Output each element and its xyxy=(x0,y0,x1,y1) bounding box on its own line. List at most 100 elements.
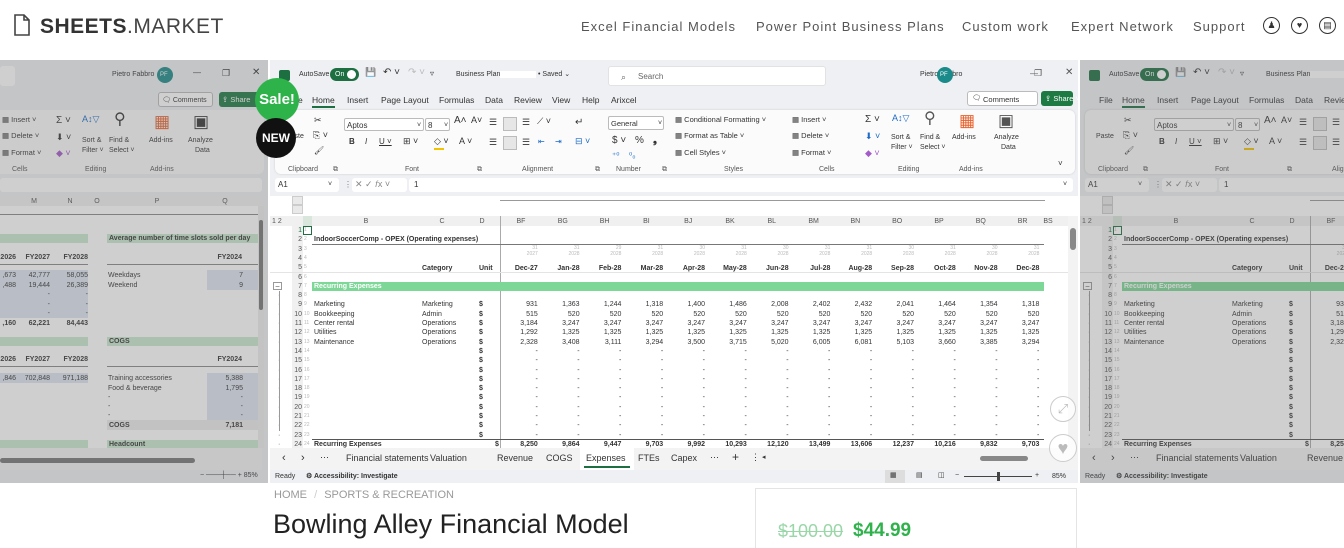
column-header-B[interactable]: B xyxy=(1166,218,1186,225)
font-size-select[interactable]: 8 ˅ xyxy=(1235,118,1260,131)
increase-decimal-icon[interactable]: ⁺⁰ xyxy=(612,152,619,160)
row-header-3[interactable]: 3 xyxy=(1102,246,1112,253)
row-header-21[interactable]: 21 xyxy=(1102,413,1112,420)
tab-formulas[interactable]: Formulas xyxy=(1249,96,1284,105)
formula-bar-handle[interactable]: ⋮ xyxy=(1154,181,1162,189)
save-icon[interactable]: 💾 xyxy=(365,68,376,77)
clipboard-launcher[interactable]: ⧉ xyxy=(333,166,338,173)
prev-sheet-button[interactable]: ‹ xyxy=(1092,453,1096,464)
clipboard-launcher[interactable]: ⧉ xyxy=(1143,166,1148,173)
row-header-1[interactable]: 1 xyxy=(1102,227,1112,234)
align-bottom-icon[interactable]: ☰ xyxy=(1332,118,1340,127)
row-header-17[interactable]: 17 xyxy=(1102,376,1112,383)
sort-filter-button[interactable]: Sort & xyxy=(891,134,910,141)
sheet-tab-revenue[interactable]: Revenue xyxy=(497,454,533,463)
font-name-select[interactable]: Aptos ˅ xyxy=(1154,118,1234,131)
sheet-tab-revenue[interactable]: Revenue xyxy=(1307,454,1343,463)
zoom-out-button[interactable]: − xyxy=(955,472,959,479)
cell-styles-button[interactable]: ▦ Cell Styles ˅ xyxy=(675,149,726,157)
insert-cells-button[interactable]: ▦ Insert ˅ xyxy=(792,116,826,124)
tab-data[interactable]: Data xyxy=(1295,96,1313,105)
italic-button[interactable]: I xyxy=(365,138,367,146)
format-painter-icon[interactable]: 🖌 xyxy=(314,147,324,155)
customize-icon[interactable]: ▿ xyxy=(430,70,434,78)
tab-home[interactable]: Home xyxy=(1122,96,1145,105)
align-center-button[interactable] xyxy=(1313,136,1327,150)
outline-level-2-button[interactable] xyxy=(1102,205,1113,214)
column-header-BF[interactable]: BF xyxy=(1321,218,1341,225)
nav-expert-network[interactable]: Expert Network xyxy=(1071,19,1174,34)
horizontal-scroll-thumb[interactable] xyxy=(980,456,1028,461)
name-box[interactable]: A1 ˅ xyxy=(1085,178,1149,192)
sheet-tab-expenses[interactable]: Expenses xyxy=(586,454,626,463)
outline-level-1-button[interactable] xyxy=(1102,196,1113,205)
increase-font-icon[interactable]: A˄ xyxy=(454,116,467,126)
bold-button[interactable]: B xyxy=(1159,138,1165,146)
undo-icon[interactable]: ↶ ˅ xyxy=(383,68,400,78)
borders-icon[interactable]: ⊞ ˅ xyxy=(403,137,418,146)
format-cells-button[interactable]: ▦ Format ˅ xyxy=(792,149,831,157)
row-header-17[interactable]: 17 xyxy=(292,376,302,383)
formula-input[interactable]: 1˅ xyxy=(409,178,1073,192)
next-sheet-button[interactable]: › xyxy=(1111,453,1115,464)
currency-icon[interactable]: $ ˅ xyxy=(612,136,626,146)
sheet-tab-valuation[interactable]: Valuation xyxy=(1240,454,1277,463)
more-sheets-right[interactable]: ⋯ xyxy=(710,453,719,462)
gallery-next-image[interactable]: AutoSaveOn💾↶ ˅↷ ˅▿Business Plan• Saved ⌄… xyxy=(1080,60,1344,483)
row-header-23[interactable]: 23 xyxy=(292,432,302,439)
column-header-BS[interactable]: BS xyxy=(1038,218,1058,225)
row-header-9[interactable]: 9 xyxy=(292,301,302,308)
row-header-7[interactable]: 7 xyxy=(1102,283,1112,290)
close-icon[interactable]: ✕ xyxy=(1065,68,1073,78)
row-header-11[interactable]: 11 xyxy=(292,320,302,327)
row-header-10[interactable]: 10 xyxy=(1102,311,1112,318)
align-middle-button[interactable] xyxy=(1313,117,1327,131)
copy-icon[interactable]: ⎘ ˅ xyxy=(1123,131,1138,140)
paste-button[interactable]: Paste xyxy=(1096,133,1114,140)
sheet-tab-financial-statements[interactable]: Financial statements xyxy=(1156,454,1239,463)
row-header-4[interactable]: 4 xyxy=(1102,255,1112,262)
tab-file[interactable]: File xyxy=(1099,96,1113,105)
user-icon[interactable]: ♟ xyxy=(1263,17,1280,34)
nav-powerpoint-plans[interactable]: Power Point Business Plans xyxy=(756,19,945,34)
column-header-B[interactable]: B xyxy=(356,218,376,225)
row-header-24[interactable]: 24 xyxy=(292,441,302,448)
cut-icon[interactable]: ✂ xyxy=(314,116,322,125)
customize-icon[interactable]: ▿ xyxy=(1240,70,1244,78)
clear-icon[interactable]: ◆ ˅ xyxy=(865,149,880,158)
comments-button[interactable]: 🗨 Comments xyxy=(967,91,1038,106)
sheet-tab-ftes[interactable]: FTEs xyxy=(638,454,660,463)
format-painter-icon[interactable]: 🖌 xyxy=(1124,147,1134,155)
formula-input[interactable]: 1˅ xyxy=(1219,178,1344,192)
align-middle-button[interactable] xyxy=(503,117,517,131)
cart-icon[interactable]: ▤ xyxy=(1319,17,1336,34)
next-sheet-button[interactable]: › xyxy=(301,453,305,464)
more-sheets-left[interactable]: ⋯ xyxy=(1130,453,1139,462)
collapse-ribbon-icon[interactable]: ˅ xyxy=(1058,160,1063,168)
row-header-7[interactable]: 7 xyxy=(292,283,302,290)
font-size-select[interactable]: 8 ˅ xyxy=(425,118,450,131)
analyze-data-button[interactable]: Analyze xyxy=(994,134,1019,141)
row-header-18[interactable]: 18 xyxy=(1102,385,1112,392)
column-header-BQ[interactable]: BQ xyxy=(971,218,991,225)
decrease-font-icon[interactable]: A˅ xyxy=(1281,116,1292,125)
row-header-22[interactable]: 22 xyxy=(1102,422,1112,429)
row-outline-level-buttons[interactable]: 1 2 xyxy=(1082,218,1092,225)
row-header-24[interactable]: 24 xyxy=(1102,441,1112,448)
row-header-12[interactable]: 12 xyxy=(1102,329,1112,336)
sheet-tab-valuation[interactable]: Valuation xyxy=(430,454,467,463)
gallery-prev-image[interactable]: Pietro Fabbro PF — ❐ ✕ 🗨 Comments ⇪ Share ▦ Ins… xyxy=(0,60,268,483)
formula-bar-handle[interactable]: ⋮ xyxy=(344,181,352,189)
outline-level-1-button[interactable] xyxy=(292,196,303,205)
increase-indent-icon[interactable]: ⇥ xyxy=(555,138,562,146)
row-header-16[interactable]: 16 xyxy=(1102,367,1112,374)
breadcrumb-home[interactable]: HOME xyxy=(274,489,307,501)
zoom-in-button[interactable]: + xyxy=(1035,472,1039,479)
tab-data[interactable]: Data xyxy=(485,96,503,105)
tab-home[interactable]: Home xyxy=(312,96,335,105)
orientation-icon[interactable]: ⟋ ˅ xyxy=(537,117,551,126)
row-header-20[interactable]: 20 xyxy=(292,404,302,411)
vertical-scroll-thumb[interactable] xyxy=(1070,228,1076,250)
italic-button[interactable]: I xyxy=(1175,138,1177,146)
merge-center-icon[interactable]: ⊟ ˅ xyxy=(575,137,590,146)
